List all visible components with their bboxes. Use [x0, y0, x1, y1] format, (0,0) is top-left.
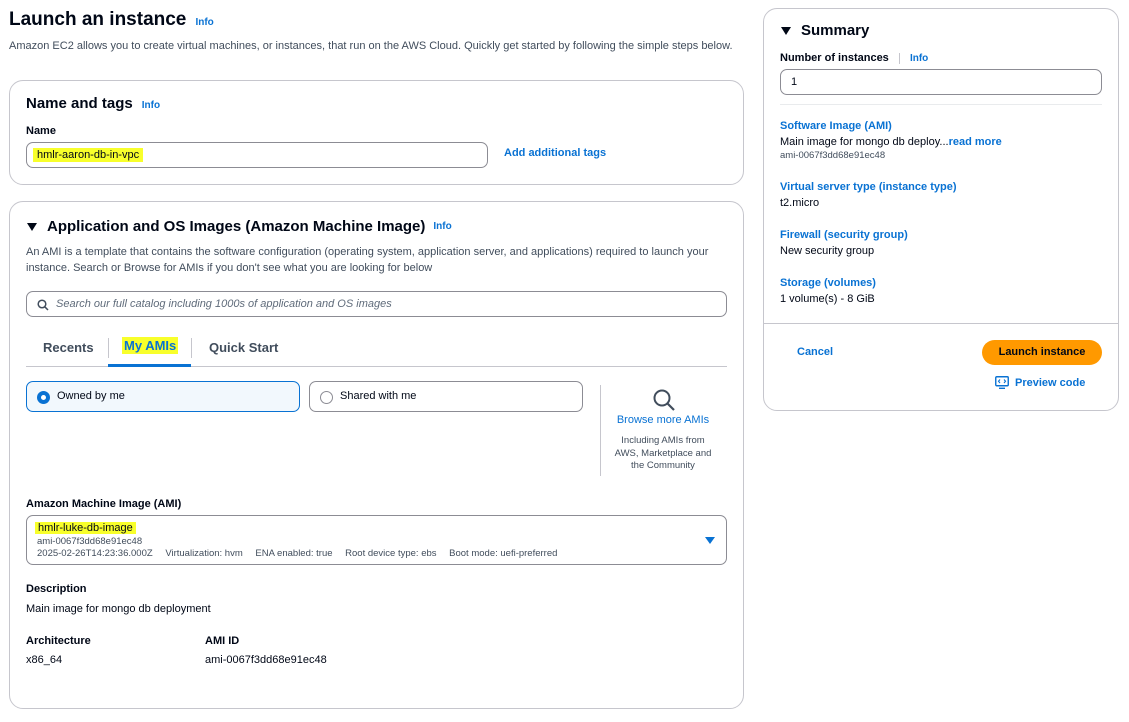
name-input-value: hmlr-aaron-db-in-vpc [33, 148, 144, 162]
tab-divider [108, 338, 109, 358]
read-more-link[interactable]: read more [949, 136, 1002, 148]
ami-section-title: Application and OS Images (Amazon Machin… [47, 218, 426, 235]
tab-my-amis-label: My AMIs [122, 337, 179, 354]
name-tags-info-link[interactable]: Info [142, 100, 160, 111]
page-title: Launch an instance [9, 9, 187, 30]
page-info-link[interactable]: Info [195, 17, 213, 28]
ami-search-placeholder: Search our full catalog including 1000s … [56, 298, 392, 310]
tab-quick-start[interactable]: Quick Start [209, 340, 278, 355]
owned-by-me-label: Owned by me [57, 390, 125, 402]
add-tags-link[interactable]: Add additional tags [504, 147, 606, 159]
ami-id-value: ami-0067f3dd68e91ec48 [205, 654, 327, 666]
ami-description: An AMI is a template that contains the s… [26, 246, 709, 274]
summary-collapse-icon[interactable] [781, 26, 791, 35]
launch-instance-label: Launch instance [998, 346, 1086, 358]
magnifier-icon[interactable] [652, 388, 676, 412]
ami-meta-root-device: Root device type: ebs [345, 548, 437, 559]
instance-type-link[interactable]: Virtual server type (instance type) [780, 181, 956, 193]
browse-more-amis-link[interactable]: Browse more AMIs [608, 414, 718, 426]
owned-by-me-tile[interactable]: Owned by me [26, 381, 300, 412]
architecture-value: x86_64 [26, 654, 63, 666]
num-instances-input[interactable]: 1 [780, 69, 1102, 95]
num-instances-value: 1 [791, 76, 798, 88]
software-image-id: ami-0067f3dd68e91ec48 [780, 150, 886, 161]
tab-divider [191, 338, 192, 358]
description-label: Description [26, 583, 87, 595]
active-tab-underline [108, 364, 191, 367]
ami-label: Amazon Machine Image (AMI) [26, 498, 182, 510]
num-instances-row: Number of instances Info [780, 52, 928, 64]
search-icon [37, 299, 49, 311]
software-image-link[interactable]: Software Image (AMI) [780, 120, 892, 132]
num-instances-info-link[interactable]: Info [910, 53, 928, 64]
ami-meta-ena: ENA enabled: true [255, 548, 333, 559]
num-info-divider [898, 52, 900, 64]
firewall-value: New security group [780, 245, 875, 257]
shared-with-me-tile[interactable]: Shared with me [309, 381, 583, 412]
summary-header: Summary [781, 22, 869, 39]
storage-value: 1 volume(s) - 8 GiB [780, 293, 875, 305]
ami-select-name: hmlr-luke-db-image [35, 522, 136, 534]
ami-header: Application and OS Images (Amazon Machin… [27, 218, 452, 235]
collapse-triangle-icon[interactable] [27, 222, 37, 231]
radio-unselected-icon [320, 391, 333, 404]
browse-divider [600, 385, 601, 476]
summary-divider [780, 104, 1102, 105]
ami-select-id: ami-0067f3dd68e91ec48 [37, 536, 143, 547]
tab-my-amis[interactable]: My AMIs [122, 337, 179, 354]
summary-title: Summary [801, 22, 870, 39]
shared-with-me-label: Shared with me [340, 390, 417, 402]
preview-code-link[interactable]: Preview code [995, 376, 1085, 389]
instance-type-value: t2.micro [780, 197, 820, 209]
caret-down-icon [705, 537, 715, 544]
cancel-button[interactable]: Cancel [797, 346, 833, 358]
num-instances-label: Number of instances [780, 52, 889, 64]
storage-link[interactable]: Storage (volumes) [780, 277, 876, 289]
description-value: Main image for mongo db deployment [26, 603, 211, 615]
preview-code-label: Preview code [1015, 376, 1086, 389]
ami-id-label: AMI ID [205, 635, 240, 647]
name-label: Name [26, 125, 56, 137]
page-title-row: Launch an instance Info [9, 9, 214, 31]
name-tags-title: Name and tags [26, 95, 133, 112]
launch-instance-button[interactable]: Launch instance [982, 340, 1102, 365]
ami-meta-virtualization: Virtualization: hvm [165, 548, 243, 559]
ami-select-meta: 2025-02-26T14:23:36.000Z Virtualization:… [37, 548, 557, 559]
name-tags-header: Name and tags Info [26, 95, 160, 112]
browse-more-subtext: Including AMIs from AWS, Marketplace and… [614, 435, 712, 471]
firewall-link[interactable]: Firewall (security group) [780, 229, 908, 241]
software-image-value: Main image for mongo db deploy... [780, 136, 949, 148]
tab-recents[interactable]: Recents [43, 340, 94, 355]
preview-code-icon [995, 376, 1009, 389]
page-description: Amazon EC2 allows you to create virtual … [9, 40, 733, 52]
summary-footer-divider [764, 323, 1118, 324]
ami-search-input[interactable]: Search our full catalog including 1000s … [26, 291, 727, 317]
ami-meta-date: 2025-02-26T14:23:36.000Z [37, 548, 153, 559]
radio-selected-icon [37, 391, 50, 404]
architecture-label: Architecture [26, 635, 91, 647]
name-input[interactable]: hmlr-aaron-db-in-vpc [26, 142, 488, 168]
ami-info-link[interactable]: Info [433, 221, 451, 232]
ami-meta-boot-mode: Boot mode: uefi-preferred [449, 548, 558, 559]
ami-select[interactable]: hmlr-luke-db-image ami-0067f3dd68e91ec48… [26, 515, 727, 565]
software-image-value-row: Main image for mongo db deploy...read mo… [780, 136, 1002, 148]
